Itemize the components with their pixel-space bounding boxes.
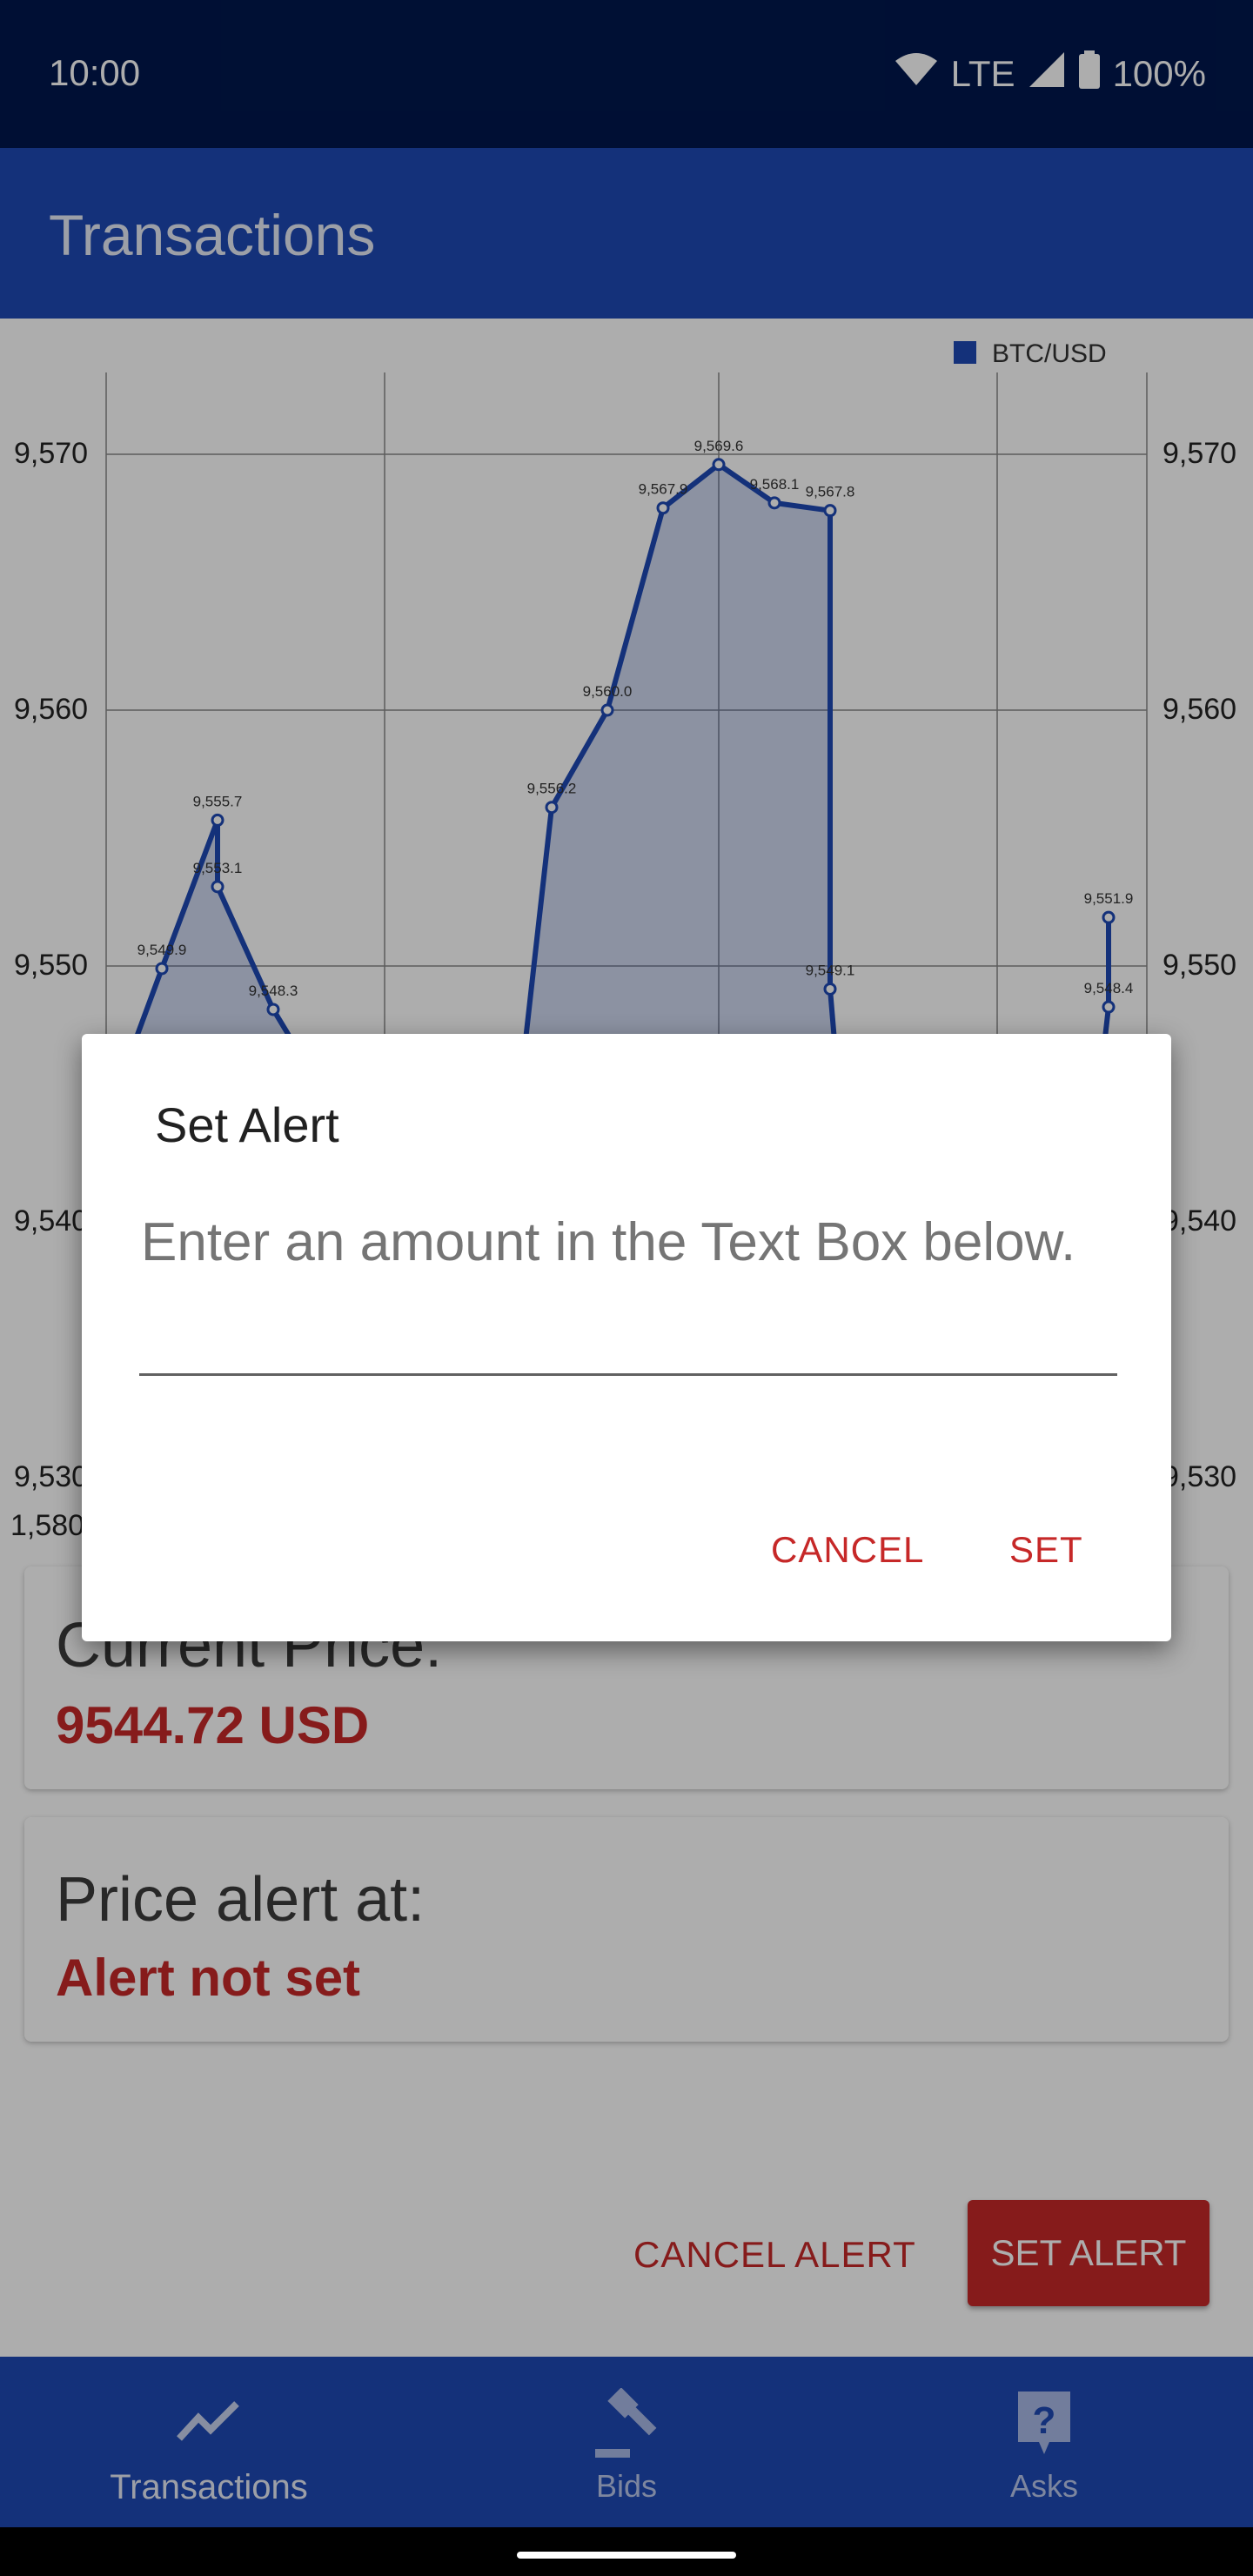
home-handle[interactable]	[517, 2552, 736, 2559]
dialog-message: Enter an amount in the Text Box below.	[141, 1212, 1076, 1272]
dialog-title: Set Alert	[155, 1097, 339, 1152]
dialog-cancel-button[interactable]: CANCEL	[766, 1528, 929, 1572]
system-navigation-bar	[0, 2527, 1253, 2576]
dialog-set-button[interactable]: SET	[1004, 1528, 1089, 1572]
set-alert-dialog: Set Alert Enter an amount in the Text Bo…	[82, 1034, 1171, 1641]
alert-amount-input[interactable]	[139, 1295, 1117, 1376]
